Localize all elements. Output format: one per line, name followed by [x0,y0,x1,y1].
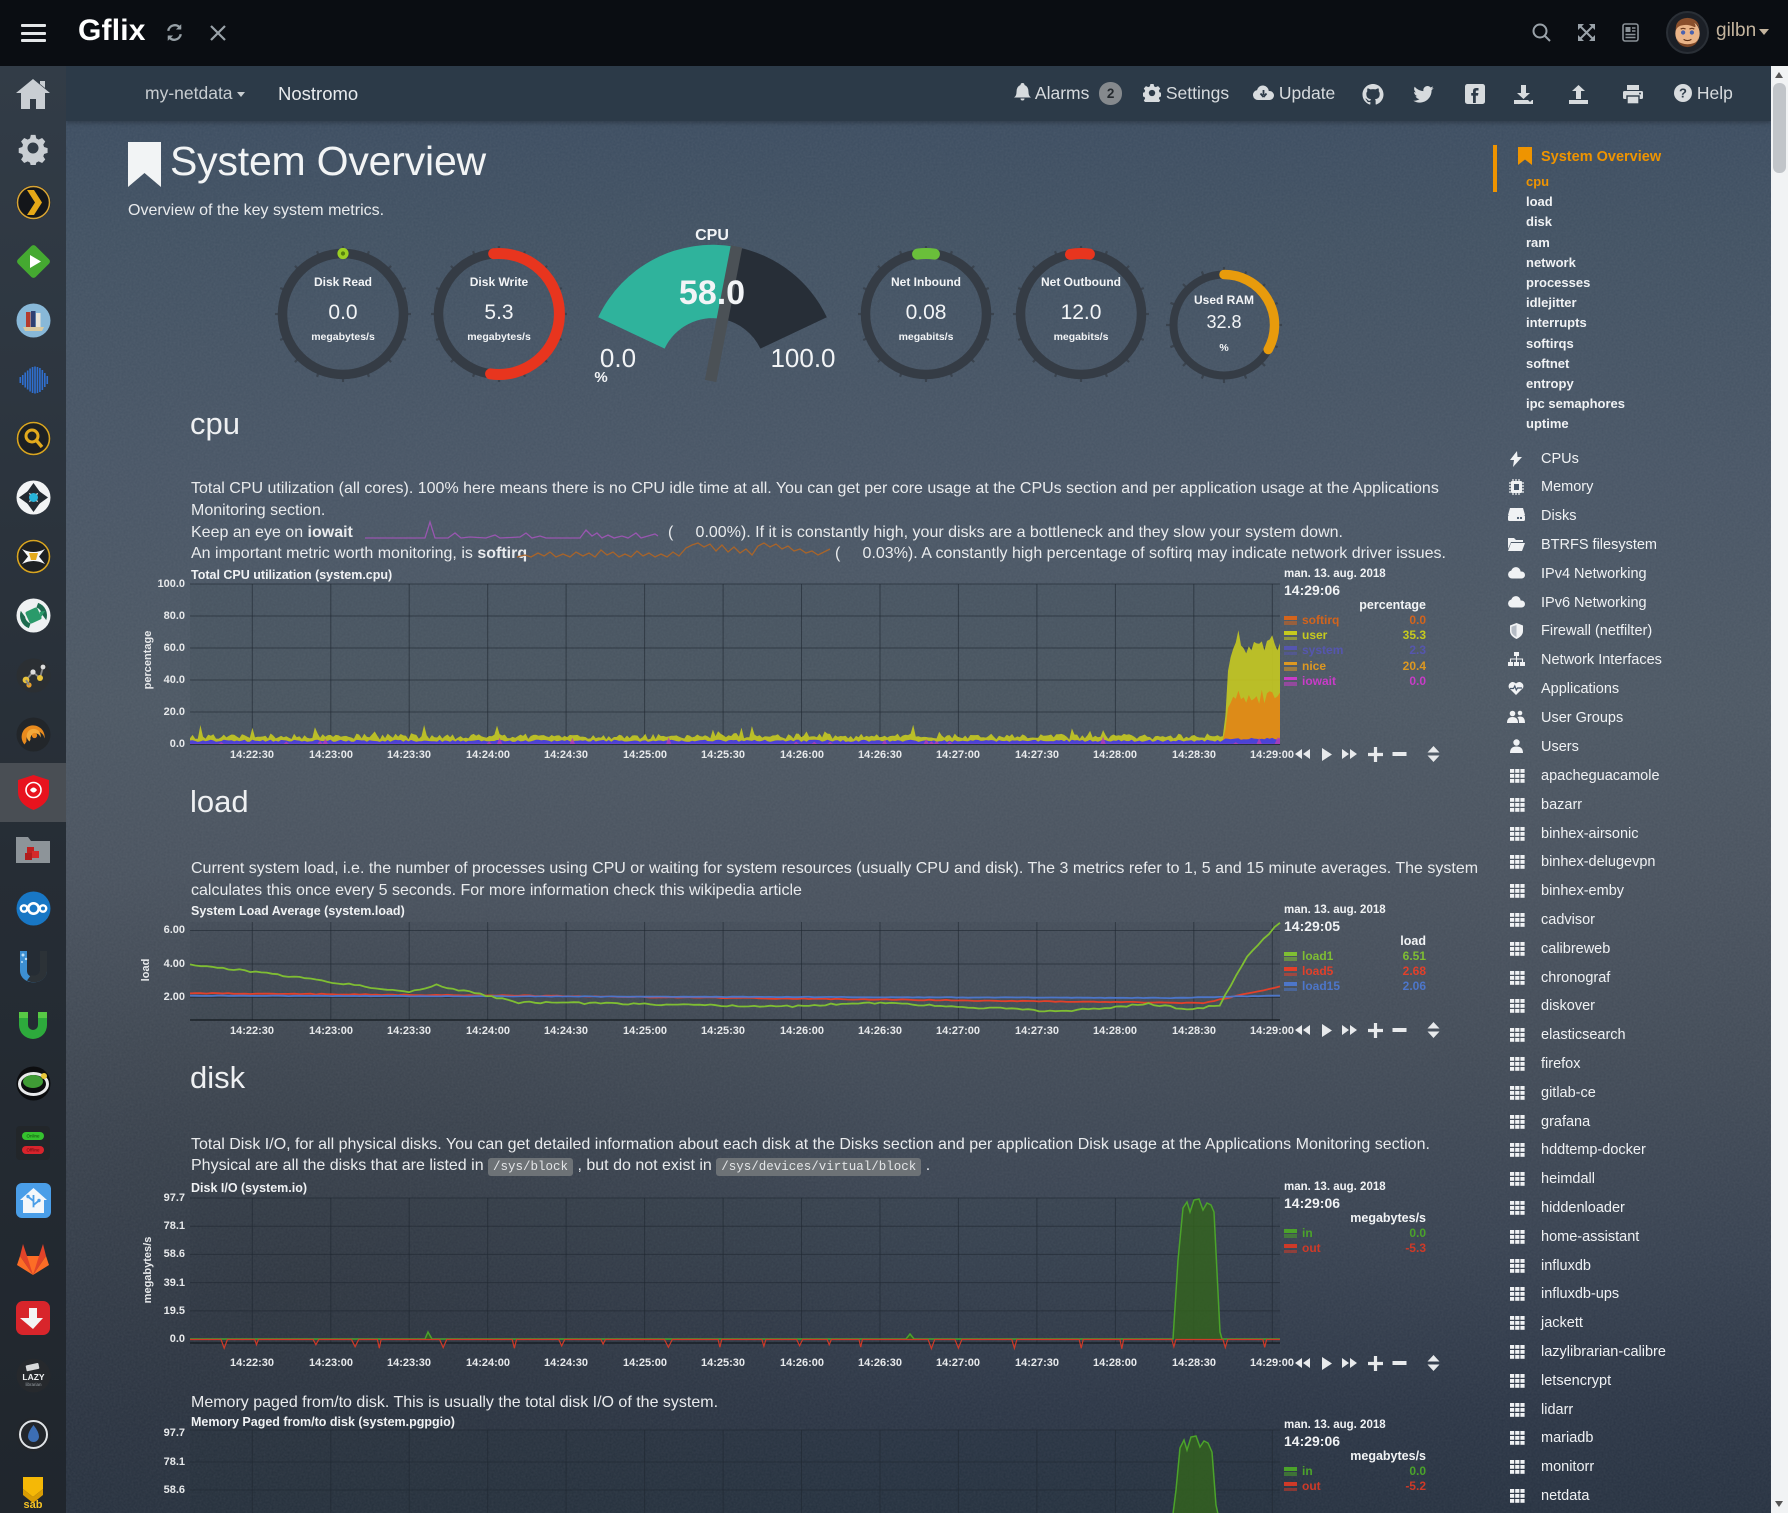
svg-text:LAZY: LAZY [22,1372,45,1382]
svg-text:librarian: librarian [25,1382,42,1387]
svg-text:Online: Online [26,1133,40,1138]
svg-text:sab: sab [24,1499,43,1511]
svg-text:Offline: Offline [27,1147,40,1152]
